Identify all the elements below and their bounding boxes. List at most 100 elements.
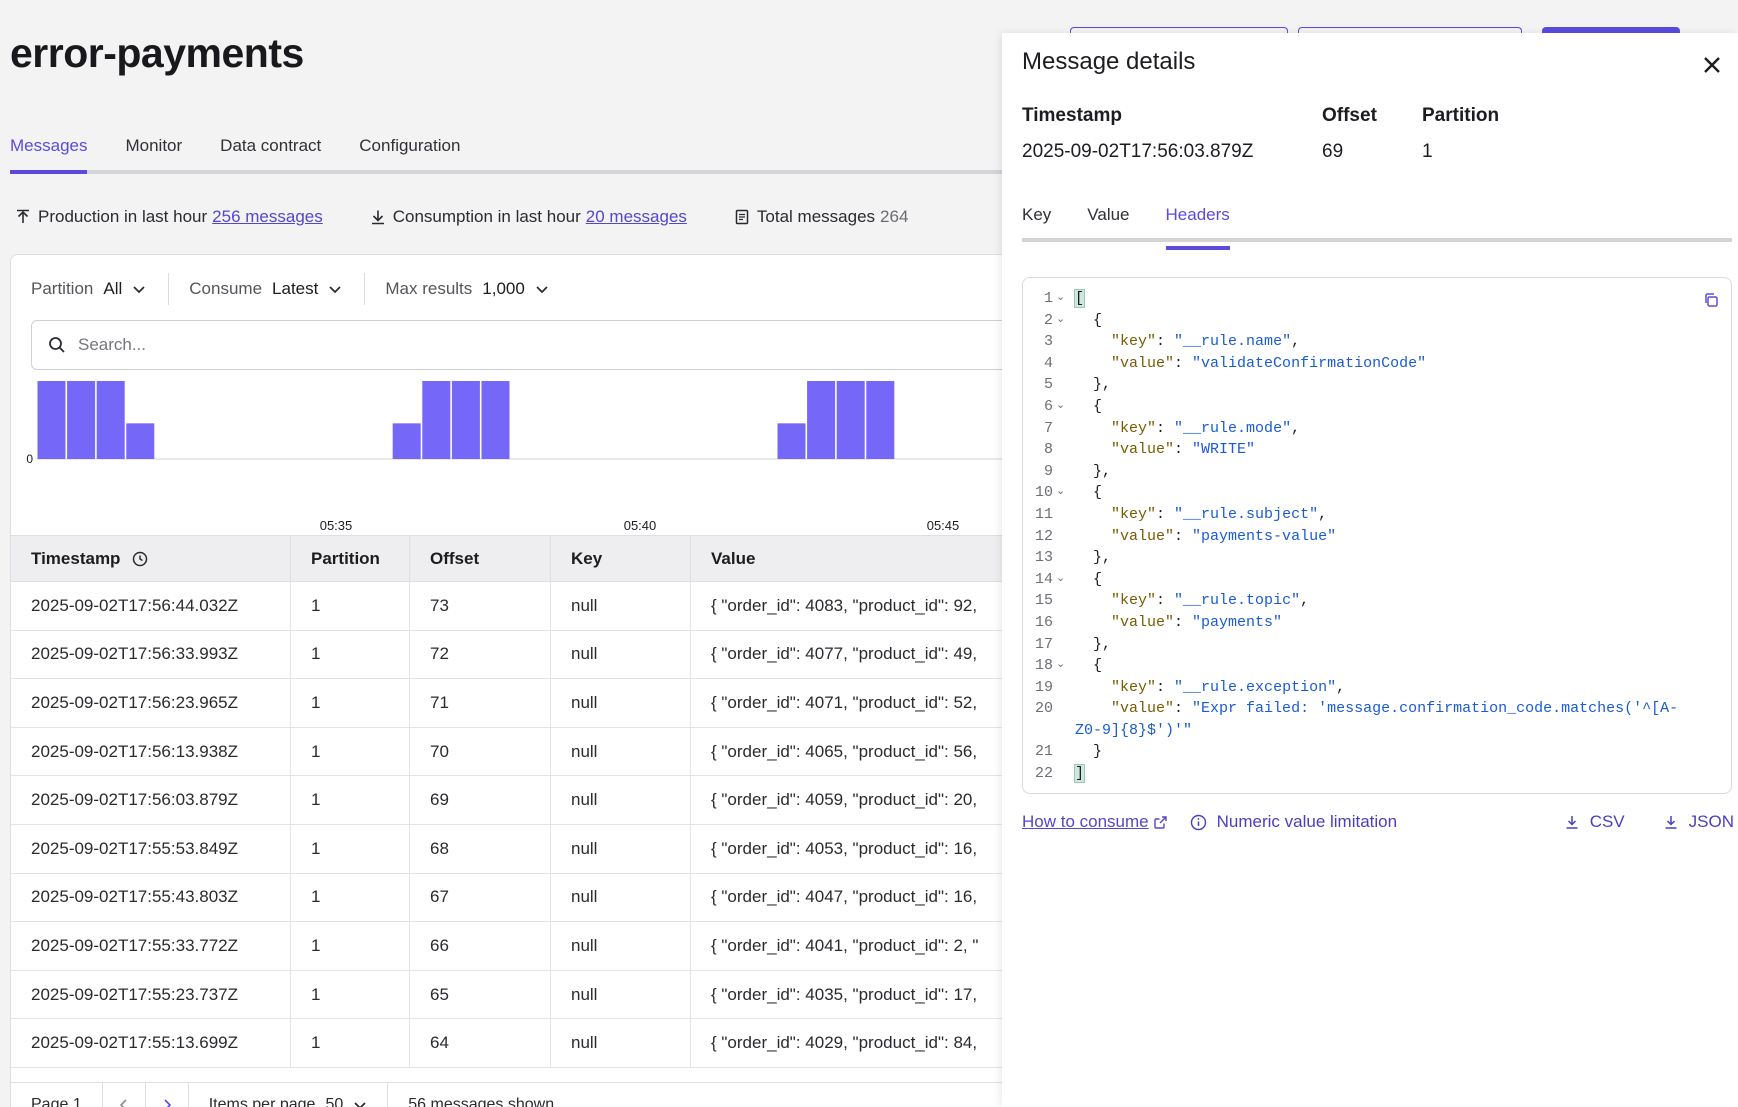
download-json-button[interactable]: JSON [1663, 812, 1734, 832]
json-string: "__rule.subject" [1174, 505, 1319, 523]
fold-chevron-icon[interactable]: ⌄ [1056, 396, 1065, 418]
max-results-value: 1,000 [482, 279, 525, 298]
cell-timestamp: 2025-09-02T17:56:23.965Z [11, 679, 291, 727]
table-row[interactable]: 2025-09-02T17:56:44.032Z 1 73 null { "order_… [11, 582, 1011, 631]
table-row[interactable]: 2025-09-02T17:55:53.849Z 1 68 null { "order_… [11, 824, 1011, 874]
message-histogram: 0305:3505:4005:45 [26, 381, 1011, 531]
json-string: "__rule.topic" [1174, 592, 1301, 610]
fold-chevron-icon[interactable]: ⌄ [1056, 655, 1065, 677]
histogram-bar[interactable] [126, 423, 155, 459]
json-key: "key" [1111, 678, 1157, 696]
close-button[interactable] [1702, 55, 1722, 80]
code-line: 11 "key": "__rule.subject", [1023, 504, 1731, 526]
drawer-footer: How to consume Numeric value limitation … [1022, 807, 1734, 837]
search-input[interactable] [78, 335, 878, 355]
cell-value: { "order_id": 4029, "product_id": 84, [711, 1033, 978, 1053]
prev-page-button[interactable] [103, 1083, 146, 1107]
column-header-offset[interactable]: Offset [410, 536, 551, 581]
meta-partition-value: 1 [1422, 141, 1433, 162]
code-line: 13 }, [1023, 547, 1731, 569]
max-results-filter[interactable]: Max results 1,000 [385, 273, 570, 305]
fold-chevron-icon[interactable]: ⌄ [1056, 569, 1065, 591]
table-row[interactable]: 2025-09-02T17:56:03.879Z 1 69 null { "order_… [11, 776, 1011, 825]
divider [168, 273, 170, 305]
chevron-down-icon [133, 286, 145, 294]
production-messages-link[interactable]: 256 messages [212, 207, 323, 227]
cell-key: null [551, 727, 691, 776]
column-header-key[interactable]: Key [551, 536, 691, 581]
histogram-bar[interactable] [37, 381, 66, 459]
table-row[interactable]: 2025-09-02T17:56:33.993Z 1 72 null { "order_… [11, 630, 1011, 680]
next-page-button[interactable] [146, 1083, 189, 1107]
column-header-partition[interactable]: Partition [291, 536, 410, 581]
table-row[interactable]: 2025-09-02T17:55:13.699Z 1 64 null { "order_… [11, 1019, 1011, 1068]
how-to-consume-link[interactable]: How to consume [1022, 812, 1168, 832]
histogram-bar[interactable] [451, 381, 480, 459]
download-icon [1566, 816, 1578, 829]
cell-key: null [551, 1019, 691, 1067]
chevron-right-icon [164, 1099, 171, 1107]
table-row[interactable]: 2025-09-02T17:55:23.737Z 1 65 null { "order_… [11, 970, 1011, 1020]
table-row[interactable]: 2025-09-02T17:55:43.803Z 1 67 null { "order_… [11, 873, 1011, 923]
consume-filter[interactable]: Consume Latest [189, 273, 364, 305]
table-row[interactable]: 2025-09-02T17:55:33.772Z 1 66 null { "order_… [11, 922, 1011, 971]
histogram-bar[interactable] [481, 381, 510, 459]
upload-icon [17, 209, 29, 223]
cell-key: null [551, 776, 691, 824]
tab-headers[interactable]: Headers [1165, 205, 1231, 250]
filters-bar: Partition All Consume Latest Max results… [31, 269, 571, 309]
code-line: 3 "key": "__rule.name", [1023, 331, 1731, 353]
tab-key[interactable]: Key [1022, 205, 1051, 238]
numeric-limitation-link[interactable]: Numeric value limitation [1190, 812, 1397, 832]
json-string: "__rule.name" [1174, 333, 1292, 351]
histogram-bar[interactable] [67, 381, 96, 459]
download-csv-button[interactable]: CSV [1564, 812, 1625, 832]
json-key: "key" [1111, 419, 1157, 437]
fold-chevron-icon[interactable]: ⌄ [1056, 482, 1065, 504]
histogram-bar[interactable] [422, 381, 451, 459]
cell-key: null [551, 582, 691, 630]
search-icon [49, 337, 65, 353]
tab-messages[interactable]: Messages [10, 136, 88, 174]
headers-code-viewer[interactable]: 1 ⌄[2 ⌄ {3 "key": "__rule.name", 4 "value":… [1022, 277, 1732, 794]
copy-button[interactable] [1703, 292, 1719, 313]
meta-partition: Partition 1 [1422, 105, 1499, 163]
fold-chevron-icon[interactable]: ⌄ [1056, 310, 1065, 332]
column-header-value[interactable]: Value [691, 536, 1021, 581]
cell-value: { "order_id": 4035, "product_id": 17, [711, 984, 978, 1004]
histogram-bar[interactable] [392, 423, 421, 459]
partition-filter[interactable]: Partition All [31, 273, 168, 305]
tab-configuration[interactable]: Configuration [359, 136, 460, 170]
histogram-bar[interactable] [777, 423, 806, 459]
items-per-page-select[interactable]: Items per page 50 [189, 1083, 389, 1107]
cell-key: null [551, 630, 691, 679]
histogram-bar[interactable] [807, 381, 836, 459]
json-key: "key" [1111, 333, 1157, 351]
histogram-bar[interactable] [866, 381, 895, 459]
fold-chevron-icon[interactable]: ⌄ [1056, 288, 1065, 310]
cell-partition: 1 [291, 970, 410, 1019]
line-number: 9 [1043, 462, 1053, 480]
tab-monitor[interactable]: Monitor [125, 136, 182, 170]
code-line: 8 "value": "WRITE" [1023, 439, 1731, 461]
consumption-messages-link[interactable]: 20 messages [586, 207, 687, 227]
json-string: "validateConfirmationCode" [1192, 354, 1427, 372]
meta-offset-label: Offset [1322, 105, 1377, 126]
cell-timestamp: 2025-09-02T17:55:23.737Z [11, 970, 291, 1019]
copy-icon [1705, 293, 1718, 307]
total-label: Total messages [756, 207, 876, 226]
tab-value[interactable]: Value [1087, 205, 1129, 238]
table-row[interactable]: 2025-09-02T17:56:13.938Z 1 70 null { "order_… [11, 727, 1011, 777]
cell-timestamp: 2025-09-02T17:56:44.032Z [11, 582, 291, 630]
code-line: 10 ⌄ { [1023, 482, 1731, 504]
column-header-timestamp[interactable]: Timestamp [11, 536, 291, 581]
histogram-bar[interactable] [836, 381, 865, 459]
table-row[interactable]: 2025-09-02T17:56:23.965Z 1 71 null { "order_… [11, 679, 1011, 728]
message-details-drawer: Message details Timestamp 2025-09-02T17:… [1002, 33, 1738, 1107]
histogram-bar[interactable] [96, 381, 125, 459]
tab-data-contract[interactable]: Data contract [220, 136, 321, 170]
cell-partition: 1 [291, 679, 410, 727]
x-tick-label: 05:40 [624, 518, 657, 531]
chevron-down-icon [536, 286, 548, 294]
cell-partition: 1 [291, 582, 410, 630]
